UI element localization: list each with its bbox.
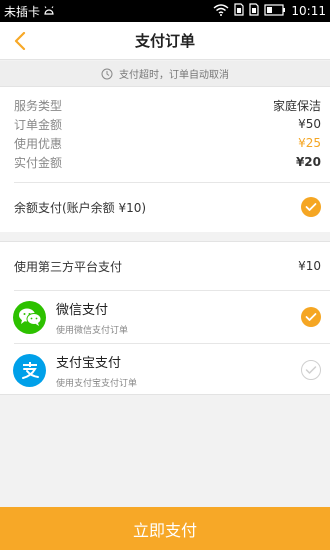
page-title: 支付订单 [134,32,195,50]
pay-now-button[interactable]: 立即支付 [0,507,330,550]
clock-icon [101,68,113,79]
pay-now-label: 立即支付 [132,520,197,540]
timeout-notice: 支付超时，订单自动取消 [0,61,330,87]
sim-slot-1-icon [234,3,245,19]
status-bar: 未插卡 10:11 [0,0,330,22]
alipay-name: 支付宝支付 [56,355,122,371]
wifi-icon [213,3,229,19]
discount-label: 使用优惠 [14,136,63,151]
service-type-value: 家庭保洁 [272,98,321,113]
alipay-option[interactable]: 支付宝支付 使用支付宝支付订单 [0,344,330,396]
paid-amount-row: 实付金额 ¥20 [14,153,321,171]
wechat-pay-info: 微信支付 使用微信支付订单 [56,299,128,336]
service-type-label: 服务类型 [14,98,63,113]
order-amount-row: 订单金额 ¥50 [14,115,321,133]
third-party-header: 使用第三方平台支付 ¥10 [14,242,321,290]
discount-value: ¥25 [298,136,321,150]
third-party-payment-section: 使用第三方平台支付 ¥10 微信支付 使用微信支付订单 支付宝支付 使用支付宝支… [0,241,330,395]
battery-icon [264,3,286,19]
back-button[interactable] [10,30,30,52]
alipay-desc: 使用支付宝支付订单 [56,378,138,389]
balance-checkmark-icon[interactable] [301,197,321,217]
wechat-pay-option[interactable]: 微信支付 使用微信支付订单 [0,291,330,343]
paid-amount-value: ¥20 [295,155,321,169]
clock: 10:11 [291,4,326,18]
chevron-left-icon [14,32,26,50]
wechat-checkmark-icon[interactable] [301,307,321,327]
alipay-icon [13,353,46,387]
paid-amount-label: 实付金额 [14,155,63,170]
balance-payment-option[interactable]: 余额支付(账户余额 ¥10) [14,183,321,231]
third-party-amount: ¥10 [298,259,321,273]
order-amount-label: 订单金额 [14,117,63,132]
alipay-info: 支付宝支付 使用支付宝支付订单 [56,352,137,389]
third-party-label: 使用第三方平台支付 [14,259,123,274]
balance-payment-label: 余额支付(账户余额 ¥10) [14,200,147,215]
alipay-checkmark-icon[interactable] [301,360,321,380]
carrier-label: 未插卡 [4,4,41,19]
nav-bar: 支付订单 [0,22,330,60]
discount-row: 使用优惠 ¥25 [14,134,321,152]
order-amount-value: ¥50 [298,117,321,131]
notice-text: 支付超时，订单自动取消 [119,70,229,81]
service-type-row: 服务类型 家庭保洁 [14,96,321,114]
order-summary: 服务类型 家庭保洁 订单金额 ¥50 使用优惠 ¥25 实付金额 ¥20 余额支… [0,87,330,232]
wechat-pay-icon [13,300,46,334]
wechat-pay-name: 微信支付 [56,302,109,318]
android-icon [43,4,55,18]
carrier-info: 未插卡 [4,3,55,20]
wechat-pay-desc: 使用微信支付订单 [56,325,129,336]
sim-slot-2-icon [249,3,260,19]
